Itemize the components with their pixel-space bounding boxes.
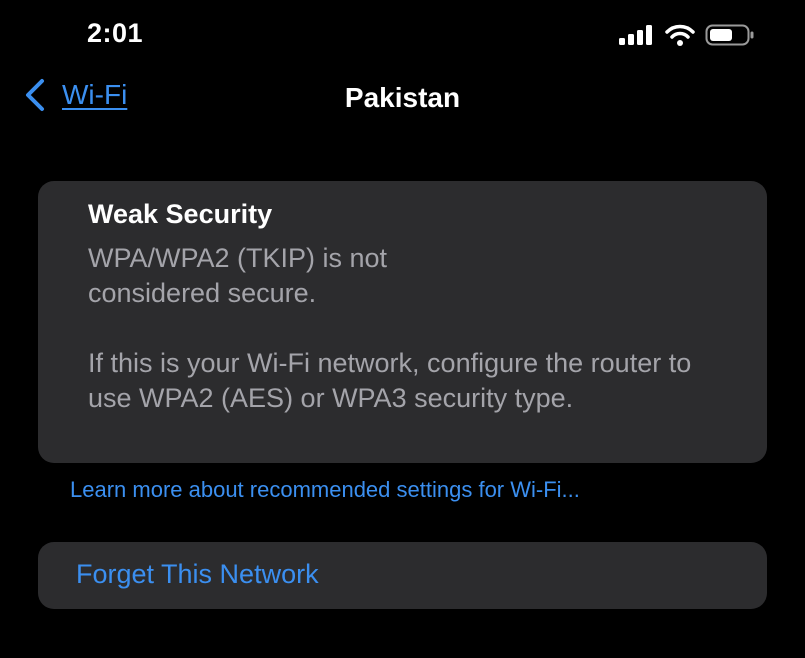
status-time: 2:01 xyxy=(87,18,144,48)
forget-network-label[interactable]: Forget This Network xyxy=(76,559,319,590)
security-advice-text: If this is your Wi-Fi network, configure… xyxy=(88,348,692,413)
page-title: Pakistan xyxy=(344,82,461,113)
wifi-icon xyxy=(665,24,695,46)
battery-icon xyxy=(705,24,754,46)
security-warning-body: WPA/WPA2 (TKIP) is not considered secure… xyxy=(88,241,738,416)
navigation-bar: Wi-Fi Pakistan xyxy=(0,70,805,130)
security-warning-text: WPA/WPA2 (TKIP) is not considered secure… xyxy=(88,243,388,308)
forget-network-button[interactable]: Forget This Network xyxy=(38,542,767,609)
learn-more-link[interactable]: Learn more about recommended settings fo… xyxy=(70,475,690,505)
status-bar: 2:01 xyxy=(0,0,805,70)
status-icons xyxy=(619,22,755,48)
security-warning-title: Weak Security xyxy=(88,199,273,229)
signal-icon xyxy=(619,25,652,45)
weak-security-card: Weak Security WPA/WPA2 (TKIP) is not con… xyxy=(38,181,767,463)
